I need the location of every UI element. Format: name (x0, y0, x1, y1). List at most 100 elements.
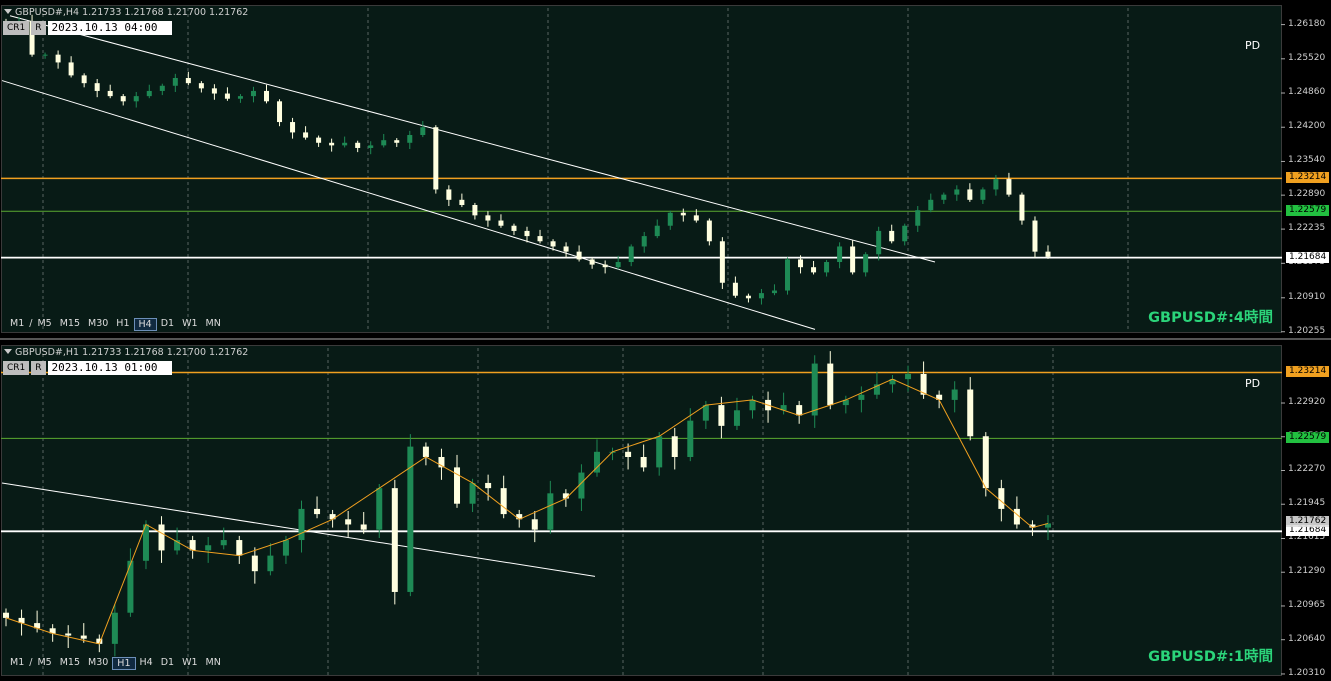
collapse-triangle-icon[interactable] (4, 349, 12, 354)
candle-body (967, 189, 973, 200)
candle-body (485, 215, 491, 221)
h4-pd-label: PD (1245, 39, 1261, 52)
candle-body (693, 215, 699, 221)
timeframe-d1[interactable]: D1 (157, 318, 178, 331)
timeframe-m1[interactable]: M1 (6, 318, 28, 331)
candle-body (498, 220, 504, 226)
r-button[interactable]: R (31, 361, 46, 375)
candle-body (993, 179, 999, 190)
candle-body (316, 137, 322, 143)
candle-body (863, 254, 869, 273)
candle-body (1032, 220, 1038, 252)
price-tick-label: 1.21945 (1288, 498, 1326, 509)
price-tick-label: 1.20640 (1288, 633, 1326, 644)
candle-body (342, 142, 348, 146)
timeframe-m5[interactable]: M5 (33, 318, 55, 331)
candle-body (858, 394, 865, 400)
timeframe-d1[interactable]: D1 (157, 657, 178, 670)
candle-body (446, 189, 452, 200)
candle-body (469, 482, 476, 504)
candle-body (732, 282, 738, 296)
candle-body (702, 405, 709, 421)
h4-button-bar: CR1 R 2023.10.13 04:00 (3, 21, 172, 35)
h1-pd-label: PD (1245, 377, 1261, 390)
h4-timeframe-bar: M1/M5 M15 M30 H1 H4 D1 W1 MN (6, 318, 225, 331)
price-level-badge-orange: 1.23214 (1286, 172, 1330, 184)
price-tick-label: 1.22235 (1288, 223, 1326, 234)
cr1-button[interactable]: CR1 (3, 361, 30, 375)
candle-body (224, 93, 230, 99)
candle-body (850, 246, 856, 273)
candle-body (368, 145, 374, 148)
candle-body (345, 519, 352, 525)
h4-chart-svg (1, 8, 1285, 333)
candle-body (998, 488, 1005, 509)
candle-body (928, 199, 934, 211)
timeframe-w1[interactable]: W1 (178, 657, 201, 670)
candle-body (158, 524, 165, 551)
candle-body (264, 90, 269, 102)
timeframe-h1[interactable]: H1 (112, 657, 136, 670)
candle-body (172, 77, 178, 86)
cr1-button[interactable]: CR1 (3, 21, 30, 35)
candle-body (1019, 194, 1025, 221)
candle-body (547, 493, 554, 530)
candle-body (941, 194, 947, 200)
candle-body (391, 488, 398, 592)
timeframe-w1[interactable]: W1 (178, 318, 201, 331)
candle-body (954, 189, 960, 195)
candle-body (785, 259, 790, 291)
candle-body (459, 199, 465, 205)
candle-body (615, 262, 621, 268)
candle-body (589, 259, 595, 265)
candle-body (422, 446, 429, 457)
candle-body (282, 540, 289, 556)
candle-body (211, 88, 217, 94)
timeframe-m5[interactable]: M5 (33, 657, 55, 670)
candle-body (576, 251, 582, 260)
price-tick-label: 1.23540 (1288, 155, 1326, 166)
candle-body (671, 436, 678, 457)
collapse-triangle-icon[interactable] (4, 9, 12, 14)
candle-body (706, 220, 712, 242)
candle-body (719, 241, 725, 283)
candle-body (602, 264, 608, 268)
timeframe-m15[interactable]: M15 (56, 318, 84, 331)
timeframe-h4[interactable]: H4 (136, 657, 157, 670)
candle-body (236, 540, 243, 556)
timeframe-m30[interactable]: M30 (84, 318, 112, 331)
timeframe-m15[interactable]: M15 (56, 657, 84, 670)
candle-body (500, 488, 507, 515)
r-button[interactable]: R (31, 21, 46, 35)
price-level-badge-green: 1.22579 (1286, 205, 1330, 217)
h1-symbol-label: GBPUSD#:1時間 (1148, 649, 1273, 665)
price-tick-label: 1.22270 (1288, 464, 1326, 475)
h4-price-axis: 1.26180 1.25520 1.24860 1.24200 1.23540 1.228… (1286, 0, 1331, 338)
candle-body (758, 293, 764, 299)
h1-button-bar: CR1 R 2023.10.13 01:00 (3, 361, 172, 375)
h1-chart-panel[interactable]: GBPUSD#,H1 1.21733 1.21768 1.21700 1.217… (0, 340, 1331, 681)
zigzag-indicator-line (5, 378, 1049, 645)
timeframe-mn[interactable]: MN (202, 318, 225, 331)
h4-symbol-label: GBPUSD#:4時間 (1148, 310, 1273, 326)
candle-body (220, 540, 227, 546)
h4-chart-panel[interactable]: GBPUSD#,H4 1.21733 1.21768 1.21700 1.217… (0, 0, 1331, 338)
candle-body (94, 83, 100, 91)
candle-body (472, 204, 478, 216)
candle-body (537, 236, 543, 242)
candle-body (120, 96, 126, 102)
timeframe-m30[interactable]: M30 (84, 657, 112, 670)
candle-body (198, 83, 204, 89)
timeframe-h1[interactable]: H1 (112, 318, 133, 331)
candle-body (107, 90, 113, 97)
candle-body (407, 135, 413, 143)
h4-header: GBPUSD#,H4 1.21733 1.21768 1.21700 1.217… (4, 7, 248, 18)
timeframe-m1[interactable]: M1 (6, 657, 28, 670)
h1-datetime-field[interactable]: 2023.10.13 01:00 (47, 361, 172, 375)
candle-body (640, 457, 647, 468)
candle-body (531, 519, 538, 530)
timeframe-h4[interactable]: H4 (133, 318, 157, 331)
timeframe-mn[interactable]: MN (202, 657, 225, 670)
candle-body (80, 635, 87, 639)
h4-datetime-field[interactable]: 2023.10.13 04:00 (47, 21, 172, 35)
